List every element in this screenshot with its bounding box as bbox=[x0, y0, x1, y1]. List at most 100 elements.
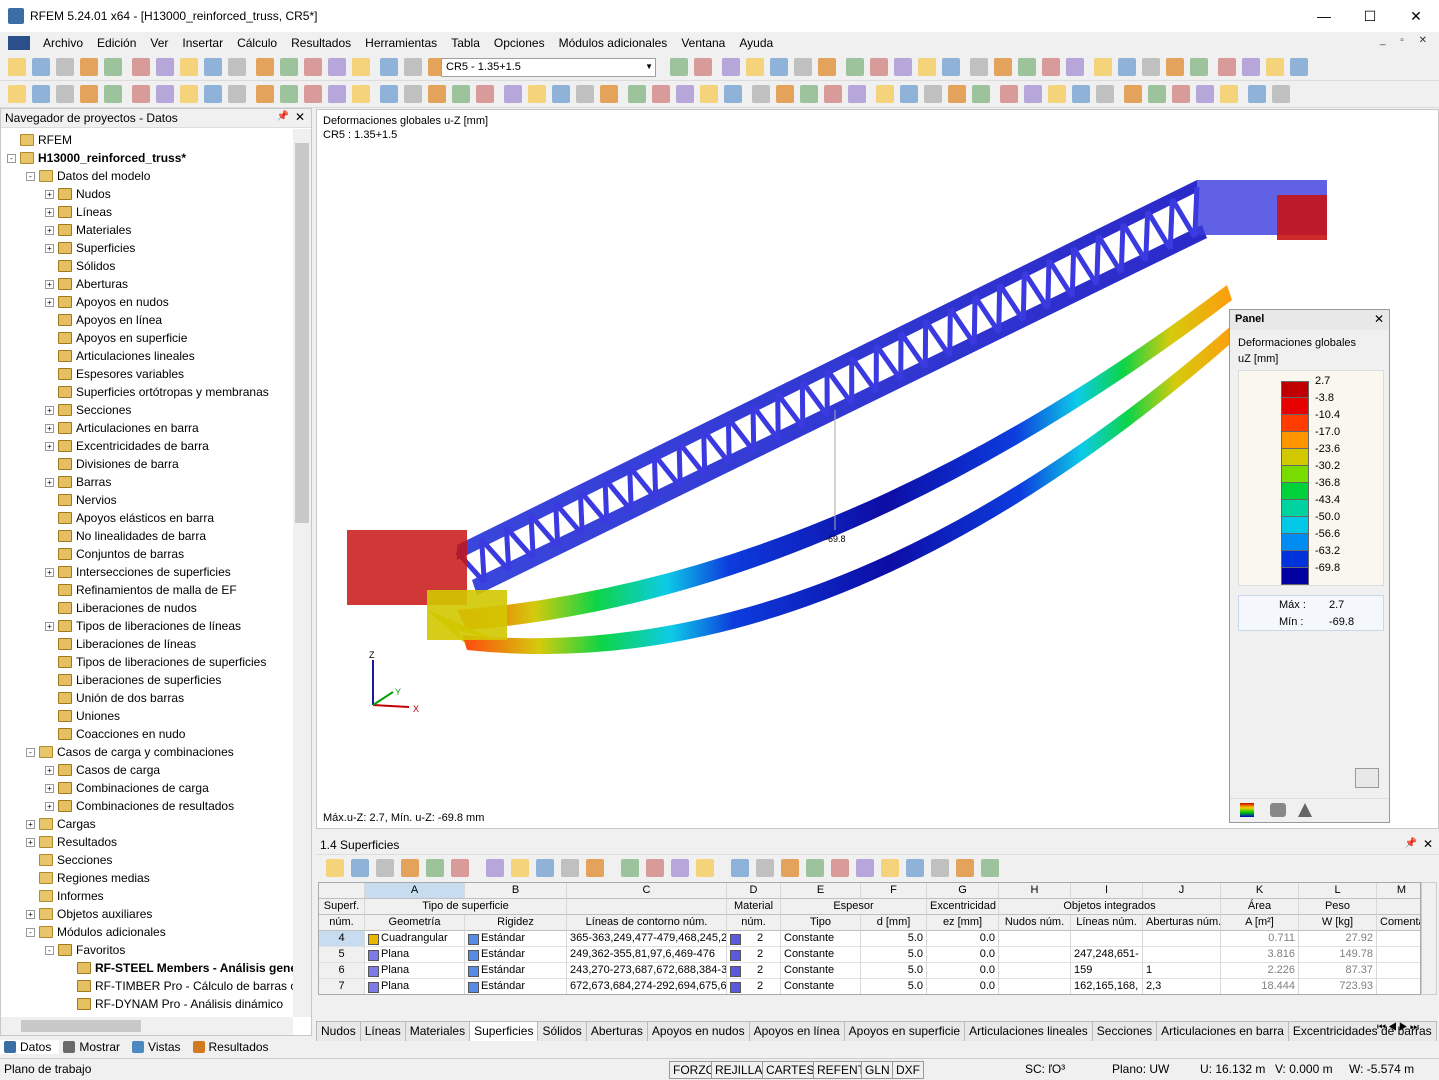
tb1-button-12[interactable] bbox=[304, 58, 322, 76]
tree-item[interactable]: +Barras bbox=[45, 473, 111, 491]
tb2-button-38[interactable] bbox=[948, 85, 966, 103]
tb2-button-20[interactable] bbox=[504, 85, 522, 103]
tb1-button-4[interactable] bbox=[104, 58, 122, 76]
tb1-button-13[interactable] bbox=[328, 58, 346, 76]
sheet-tab[interactable]: Líneas bbox=[360, 1021, 406, 1041]
table-tool-20[interactable] bbox=[856, 859, 874, 877]
table-row-cell[interactable]: Constante bbox=[781, 947, 861, 963]
table-row-cell[interactable] bbox=[999, 979, 1071, 995]
table-tool-16[interactable] bbox=[756, 859, 774, 877]
table-row-cell[interactable] bbox=[1377, 947, 1421, 963]
expand-icon[interactable]: + bbox=[45, 478, 54, 487]
tb1-button-10[interactable] bbox=[256, 58, 274, 76]
tree-item[interactable]: Sólidos bbox=[45, 257, 115, 275]
tb2-button-30[interactable] bbox=[752, 85, 770, 103]
sheet-tab[interactable]: Materiales bbox=[405, 1021, 470, 1041]
tree-item[interactable]: Divisiones de barra bbox=[45, 455, 179, 473]
tree-item[interactable]: Conjuntos de barras bbox=[45, 545, 184, 563]
table-row-cell[interactable]: 3.816 bbox=[1221, 947, 1299, 963]
close-button[interactable]: ✕ bbox=[1393, 0, 1439, 32]
table-tool-17[interactable] bbox=[781, 859, 799, 877]
tree-item[interactable]: +Nudos bbox=[45, 185, 111, 203]
table-tool-8[interactable] bbox=[536, 859, 554, 877]
tree-item[interactable]: Secciones bbox=[26, 851, 112, 869]
status-toggle[interactable]: DXF bbox=[892, 1061, 924, 1079]
table-tool-14[interactable] bbox=[696, 859, 714, 877]
tb1-button-24[interactable] bbox=[818, 58, 836, 76]
table-row-cell[interactable]: 5.0 bbox=[861, 931, 927, 947]
tb1-button-15[interactable] bbox=[380, 58, 398, 76]
surfaces-table[interactable]: ABCDEFGHIJKLMSuperf.Tipo de superficieMa… bbox=[318, 882, 1421, 995]
tree-item[interactable]: +Líneas bbox=[45, 203, 112, 221]
expand-icon[interactable]: + bbox=[45, 280, 54, 289]
table-row-cell[interactable]: Plana bbox=[365, 947, 465, 963]
balance-icon[interactable] bbox=[1270, 803, 1286, 817]
expand-icon[interactable]: + bbox=[45, 406, 54, 415]
collapse-icon[interactable]: - bbox=[26, 172, 35, 181]
tb1-button-32[interactable] bbox=[1018, 58, 1036, 76]
collapse-icon[interactable]: - bbox=[26, 748, 35, 757]
tree-item[interactable]: Articulaciones lineales bbox=[45, 347, 195, 365]
expand-icon[interactable]: + bbox=[45, 442, 54, 451]
tb2-button-5[interactable] bbox=[132, 85, 150, 103]
tb1-button-2[interactable] bbox=[56, 58, 74, 76]
table-row-cell[interactable]: 159 bbox=[1071, 963, 1143, 979]
table-row-cell[interactable]: Estándar bbox=[465, 947, 567, 963]
tb1-button-3[interactable] bbox=[80, 58, 98, 76]
tb2-button-33[interactable] bbox=[824, 85, 842, 103]
tb2-button-15[interactable] bbox=[380, 85, 398, 103]
table-tool-7[interactable] bbox=[511, 859, 529, 877]
table-row-cell[interactable]: 1 bbox=[1143, 963, 1221, 979]
tb2-button-28[interactable] bbox=[700, 85, 718, 103]
tb1-button-8[interactable] bbox=[204, 58, 222, 76]
table-row-cell[interactable]: 2.226 bbox=[1221, 963, 1299, 979]
status-toggle[interactable]: CARTES bbox=[762, 1061, 818, 1079]
sheet-tab[interactable]: Superficies bbox=[469, 1021, 538, 1041]
collapse-icon[interactable]: - bbox=[26, 928, 35, 937]
expand-icon[interactable]: + bbox=[45, 568, 54, 577]
tree-item[interactable]: +Superficies bbox=[45, 239, 135, 257]
tree-item[interactable]: Apoyos en línea bbox=[45, 311, 162, 329]
table-vertical-scrollbar[interactable] bbox=[1421, 882, 1437, 995]
tb1-button-30[interactable] bbox=[970, 58, 988, 76]
tree-item[interactable]: Liberaciones de nudos bbox=[45, 599, 197, 617]
tree-item[interactable]: Informes bbox=[26, 887, 104, 905]
tb1-button-5[interactable] bbox=[132, 58, 150, 76]
table-row-cell[interactable]: 27.92 bbox=[1299, 931, 1377, 947]
table-row-cell[interactable]: 0.0 bbox=[927, 947, 999, 963]
table-row-cell[interactable] bbox=[1071, 931, 1143, 947]
tb1-button-27[interactable] bbox=[894, 58, 912, 76]
tree-item[interactable]: +Materiales bbox=[45, 221, 131, 239]
tree-item[interactable]: +Apoyos en nudos bbox=[45, 293, 169, 311]
table-row-cell[interactable]: 365-363,249,477-479,468,245,2 bbox=[567, 931, 727, 947]
tree-item[interactable]: -Datos del modelo bbox=[26, 167, 150, 185]
tb2-button-23[interactable] bbox=[576, 85, 594, 103]
table-row-cell[interactable]: 18.444 bbox=[1221, 979, 1299, 995]
table-row-cell[interactable]: 5.0 bbox=[861, 947, 927, 963]
tb2-button-35[interactable] bbox=[876, 85, 894, 103]
tb1-button-40[interactable] bbox=[1218, 58, 1236, 76]
tree-vertical-scrollbar[interactable] bbox=[293, 129, 311, 1017]
expand-icon[interactable]: + bbox=[45, 298, 54, 307]
tb2-button-37[interactable] bbox=[924, 85, 942, 103]
table-tool-23[interactable] bbox=[931, 859, 949, 877]
table-row-cell[interactable]: 0.0 bbox=[927, 963, 999, 979]
tb1-button-20[interactable] bbox=[722, 58, 740, 76]
tb2-button-9[interactable] bbox=[228, 85, 246, 103]
sheet-tab[interactable]: Apoyos en línea bbox=[749, 1021, 845, 1041]
tree-item[interactable]: Nervios bbox=[45, 491, 117, 509]
tb1-button-38[interactable] bbox=[1166, 58, 1184, 76]
tb2-button-25[interactable] bbox=[628, 85, 646, 103]
table-row-cell[interactable] bbox=[1377, 979, 1421, 995]
tb2-button-17[interactable] bbox=[428, 85, 446, 103]
expand-icon[interactable]: + bbox=[45, 208, 54, 217]
tb1-button-19[interactable] bbox=[694, 58, 712, 76]
tree-item[interactable]: RF-TIMBER Pro - Cálculo de barras c bbox=[64, 977, 293, 995]
tb2-button-10[interactable] bbox=[256, 85, 274, 103]
table-tool-2[interactable] bbox=[376, 859, 394, 877]
tree-item[interactable]: +Casos de carga bbox=[45, 761, 160, 779]
tree-item[interactable]: Coacciones en nudo bbox=[45, 725, 185, 743]
tb2-button-14[interactable] bbox=[352, 85, 370, 103]
table-row-cell[interactable]: Estándar bbox=[465, 931, 567, 947]
table-row-cell[interactable]: 0.0 bbox=[927, 979, 999, 995]
